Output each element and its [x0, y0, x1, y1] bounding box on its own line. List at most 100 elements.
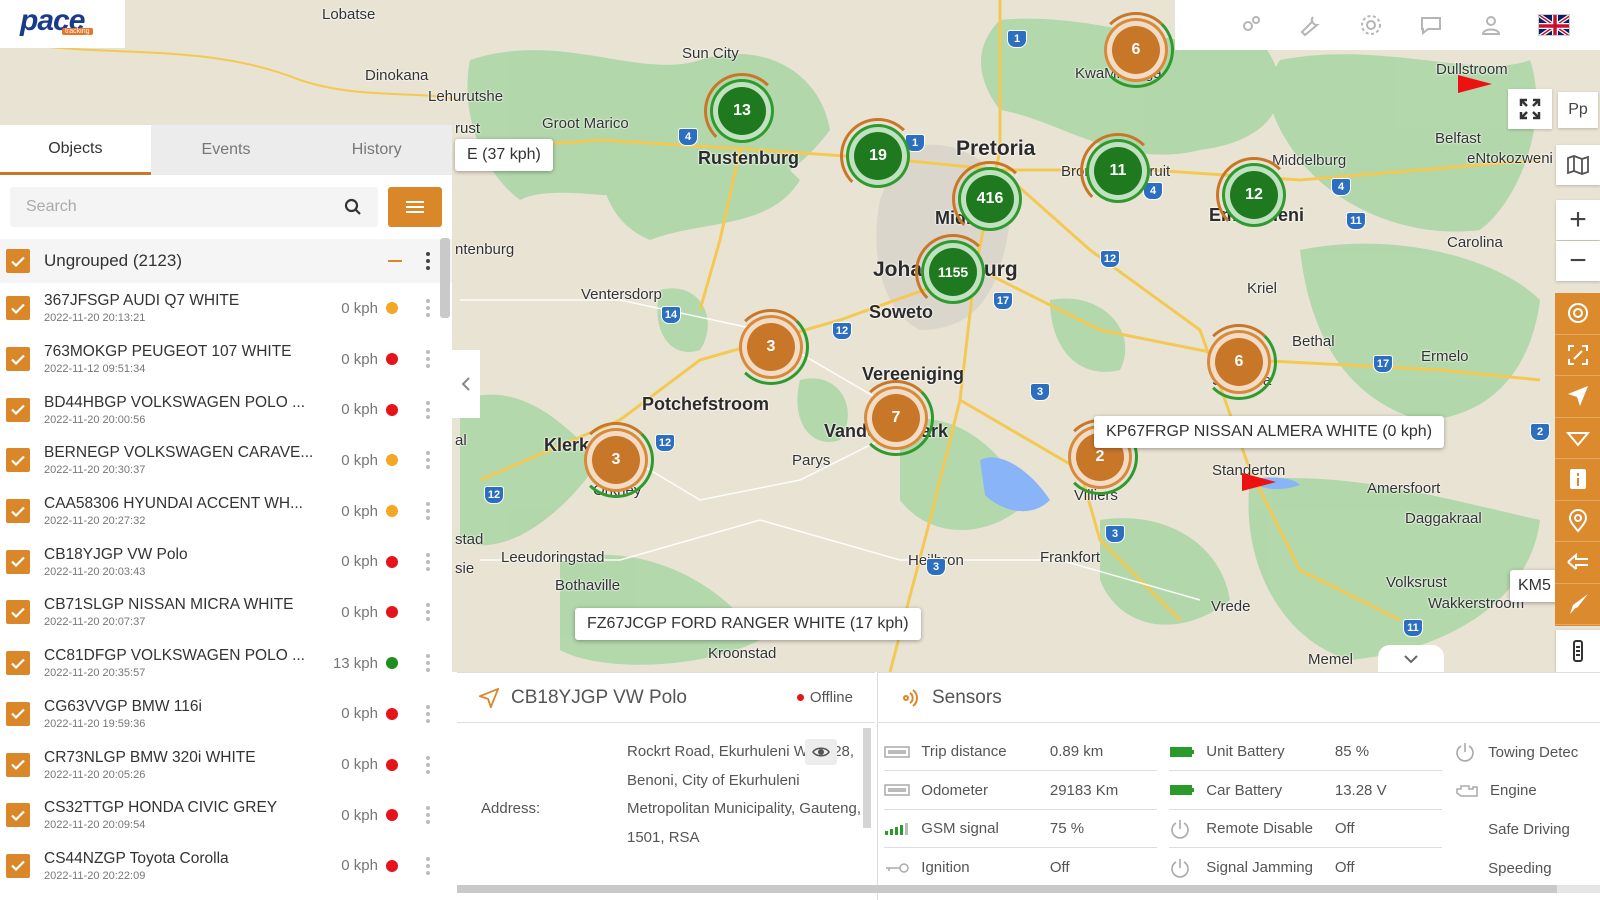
- chat-icon[interactable]: [1418, 12, 1444, 38]
- rail-target-button[interactable]: [1555, 293, 1600, 335]
- vehicle-checkbox[interactable]: [6, 347, 30, 372]
- vehicle-row[interactable]: BERNEGP VOLKSWAGEN CARAVE... 2022-11-20 2…: [0, 435, 452, 486]
- gears-icon[interactable]: [1238, 12, 1264, 38]
- vehicle-direction-arrow-icon[interactable]: [1458, 75, 1492, 93]
- user-icon[interactable]: [1478, 12, 1504, 38]
- vehicle-checkbox[interactable]: [6, 803, 30, 828]
- vehicle-more-icon[interactable]: [420, 654, 436, 673]
- checkmark-icon: [11, 861, 25, 872]
- detail-scrollbar[interactable]: [863, 728, 871, 828]
- tab-objects[interactable]: Objects: [0, 125, 151, 175]
- map-cluster[interactable]: 12: [1216, 157, 1292, 233]
- vehicle-map-label[interactable]: KP67FRGP NISSAN ALMERA WHITE (0 kph): [1094, 416, 1445, 448]
- vehicle-more-icon[interactable]: [420, 350, 436, 369]
- map-cluster[interactable]: 416: [952, 161, 1028, 237]
- map-layers-button[interactable]: [1556, 145, 1600, 185]
- horizontal-scrollbar[interactable]: [457, 885, 1600, 893]
- top-toolbar: [1175, 0, 1600, 50]
- vehicle-checkbox[interactable]: [6, 752, 30, 777]
- vehicle-checkbox[interactable]: [6, 448, 30, 473]
- vehicle-row[interactable]: BD44HBGP VOLKSWAGEN POLO ... 2022-11-20 2…: [0, 384, 452, 435]
- rail-pin-button[interactable]: [1555, 501, 1600, 542]
- checkmark-icon: [11, 455, 25, 466]
- search-icon[interactable]: [344, 198, 362, 216]
- vehicle-checkbox[interactable]: [6, 853, 30, 878]
- group-more-icon[interactable]: [420, 252, 436, 270]
- vehicle-row[interactable]: CR73NLGP BMW 320i WHITE 2022-11-20 20:05:…: [0, 739, 452, 790]
- map-cluster[interactable]: 3: [733, 309, 809, 385]
- zoom-out-button[interactable]: −: [1556, 241, 1600, 281]
- group-checkbox[interactable]: [6, 249, 30, 273]
- vehicle-map-label[interactable]: E (37 kph): [455, 139, 553, 171]
- uk-flag-icon[interactable]: [1538, 14, 1570, 36]
- vehicle-checkbox[interactable]: [6, 651, 30, 676]
- rail-history-button[interactable]: [1555, 542, 1600, 584]
- vehicle-checkbox[interactable]: [6, 296, 30, 321]
- vehicle-row[interactable]: CAA58306 HYUNDAI ACCENT WH... 2022-11-20 …: [0, 486, 452, 537]
- vehicle-checkbox[interactable]: [6, 701, 30, 726]
- collapse-group-icon[interactable]: [388, 260, 402, 262]
- vehicle-checkbox[interactable]: [6, 549, 30, 574]
- map-cluster[interactable]: 6: [1201, 324, 1277, 400]
- vehicle-row[interactable]: 763MOKGP PEUGEOT 107 WHITE 2022-11-12 09:…: [0, 334, 452, 385]
- sensor-value: 29183 Km: [1049, 781, 1119, 799]
- rail-fit-button[interactable]: [1555, 335, 1600, 376]
- vehicle-row[interactable]: 367JFSGP AUDI Q7 WHITE 2022-11-20 20:13:2…: [0, 283, 452, 334]
- map-cluster[interactable]: 1155: [915, 234, 991, 310]
- pace-logo[interactable]: pace tracking: [0, 0, 125, 48]
- wrench-icon[interactable]: [1298, 12, 1324, 38]
- sensor-row: Ignition Off: [884, 849, 1157, 888]
- vehicle-more-icon[interactable]: [420, 755, 436, 774]
- vehicle-more-icon[interactable]: [420, 704, 436, 723]
- tab-history[interactable]: History: [301, 125, 452, 175]
- map-cluster[interactable]: 3: [578, 422, 654, 498]
- vehicle-more-icon[interactable]: [420, 806, 436, 825]
- vehicle-status-dot: [386, 859, 398, 872]
- vehicle-more-icon[interactable]: [420, 502, 436, 521]
- list-menu-button[interactable]: [388, 187, 442, 227]
- map-cluster[interactable]: 19: [840, 118, 916, 194]
- rail-navigate-button[interactable]: [1555, 376, 1600, 418]
- vehicle-map-label[interactable]: KM5: [1510, 570, 1559, 602]
- map-cluster[interactable]: 13: [704, 73, 780, 149]
- vehicle-checkbox[interactable]: [6, 397, 30, 422]
- settings-icon[interactable]: [1358, 12, 1384, 38]
- map-cluster[interactable]: 6: [1098, 12, 1174, 88]
- device-icon: [1573, 640, 1583, 662]
- show-address-button[interactable]: [805, 739, 837, 765]
- partial-control-button[interactable]: Pp: [1558, 92, 1598, 128]
- rail-device-button[interactable]: [1556, 630, 1600, 672]
- rail-info-button[interactable]: [1555, 459, 1600, 501]
- vehicle-row[interactable]: CS32TTGP HONDA CIVIC GREY 2022-11-20 20:0…: [0, 790, 452, 841]
- vehicle-row[interactable]: CC81DFGP VOLKSWAGEN POLO ... 2022-11-20 2…: [0, 638, 452, 689]
- vehicle-direction-arrow-icon[interactable]: [1242, 473, 1276, 491]
- vehicle-more-icon[interactable]: [420, 856, 436, 875]
- fullscreen-button[interactable]: [1508, 89, 1552, 129]
- tab-events[interactable]: Events: [151, 125, 302, 175]
- expand-panel-button[interactable]: [1378, 645, 1444, 672]
- list-scrollbar[interactable]: [440, 238, 450, 318]
- vehicle-map-label[interactable]: FZ67JCGP FORD RANGER WHITE (17 kph): [575, 608, 921, 640]
- map-cluster[interactable]: 7: [858, 380, 934, 456]
- search-input[interactable]: [26, 198, 344, 216]
- chevron-down-icon: [1404, 654, 1418, 663]
- vehicle-more-icon[interactable]: [420, 603, 436, 622]
- vehicle-row[interactable]: CS44NZGP Toyota Corolla 2022-11-20 20:22:…: [0, 841, 452, 892]
- vehicle-row[interactable]: CB71SLGP NISSAN MICRA WHITE 2022-11-20 20…: [0, 587, 452, 638]
- vehicle-more-icon[interactable]: [420, 552, 436, 571]
- panel-tabs: Objects Events History: [0, 125, 452, 175]
- vehicle-more-icon[interactable]: [420, 451, 436, 470]
- checkmark-icon: [11, 354, 25, 365]
- vehicle-more-icon[interactable]: [420, 299, 436, 318]
- vehicle-checkbox[interactable]: [6, 600, 30, 625]
- collapse-panel-button[interactable]: [452, 350, 480, 418]
- group-header[interactable]: Ungrouped (2123): [0, 239, 452, 283]
- map-cluster[interactable]: 11: [1080, 133, 1156, 209]
- vehicle-checkbox[interactable]: [6, 499, 30, 524]
- vehicle-row[interactable]: CG63VVGP BMW 116i 2022-11-20 19:59:36 0 kp…: [0, 689, 452, 740]
- rail-route-button[interactable]: [1555, 418, 1600, 459]
- vehicle-more-icon[interactable]: [420, 400, 436, 419]
- rail-send-button[interactable]: [1555, 584, 1600, 625]
- zoom-in-button[interactable]: +: [1556, 200, 1600, 240]
- vehicle-row[interactable]: CB18YJGP VW Polo 2022-11-20 20:03:43 0 kph: [0, 536, 452, 587]
